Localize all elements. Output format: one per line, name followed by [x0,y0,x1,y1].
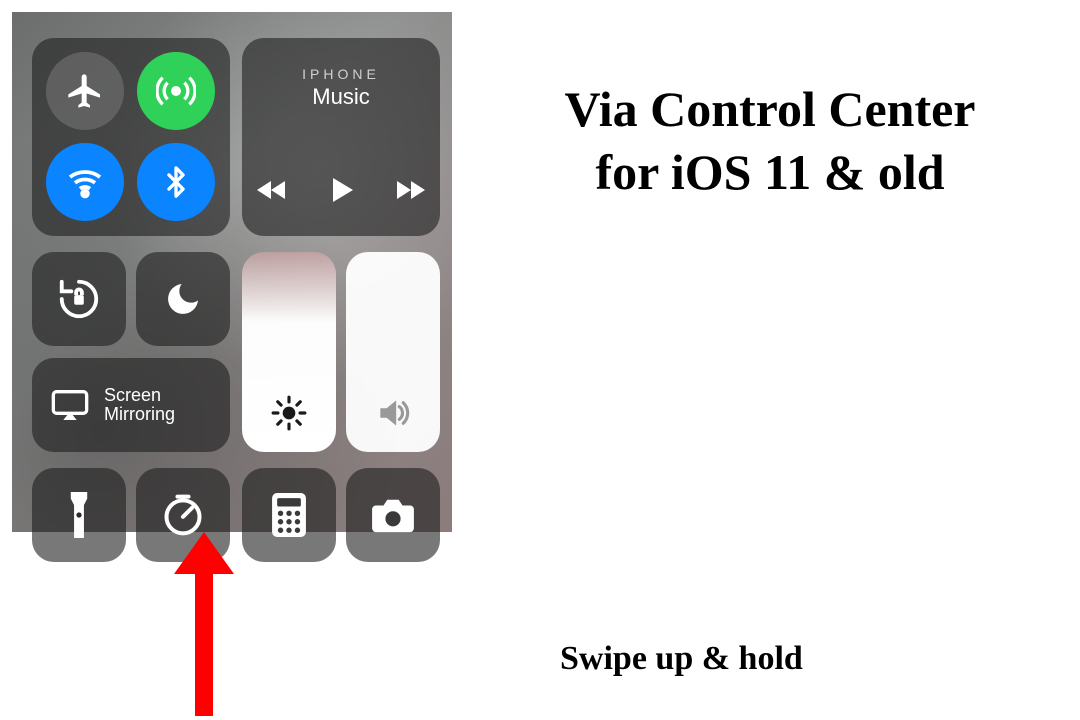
calculator-icon [272,493,306,537]
airplay-icon [50,388,90,422]
connectivity-group[interactable] [32,38,230,236]
screen-mirroring-button[interactable]: Screen Mirroring [32,358,230,452]
timer-icon [161,493,205,537]
camera-icon [370,496,416,534]
next-track-icon [393,176,427,204]
now-playing-tile[interactable]: IPHONE Music [242,38,440,236]
previous-track-icon [255,176,289,204]
airplane-icon [65,71,105,111]
now-playing-title: Music [242,84,440,110]
calculator-button[interactable] [242,468,336,562]
cellular-data-toggle[interactable] [137,52,215,130]
do-not-disturb-toggle[interactable] [136,252,230,346]
sun-icon [270,394,308,432]
cellular-icon [156,71,196,111]
orientation-lock-icon [56,276,102,322]
volume-slider[interactable] [346,252,440,452]
speaker-icon [374,394,412,432]
orientation-lock-toggle[interactable] [32,252,126,346]
previous-track-button[interactable] [255,176,289,204]
screen-mirroring-label: Screen Mirroring [104,386,175,424]
moon-icon [163,279,203,319]
next-track-button[interactable] [393,176,427,204]
play-button[interactable] [325,172,357,208]
wifi-icon [65,162,105,202]
brightness-slider[interactable] [242,252,336,452]
headline-text: Via Control Center for iOS 11 & old [490,78,1050,203]
swipe-up-arrow [192,532,216,712]
wifi-toggle[interactable] [46,143,124,221]
camera-button[interactable] [346,468,440,562]
flashlight-button[interactable] [32,468,126,562]
now-playing-source: IPHONE [242,66,440,82]
play-icon [325,172,357,208]
control-center-panel: IPHONE Music [12,12,452,532]
bluetooth-icon [159,162,193,202]
flashlight-icon [67,492,91,538]
caption-text: Swipe up & hold [560,640,803,678]
airplane-mode-toggle[interactable] [46,52,124,130]
bluetooth-toggle[interactable] [137,143,215,221]
